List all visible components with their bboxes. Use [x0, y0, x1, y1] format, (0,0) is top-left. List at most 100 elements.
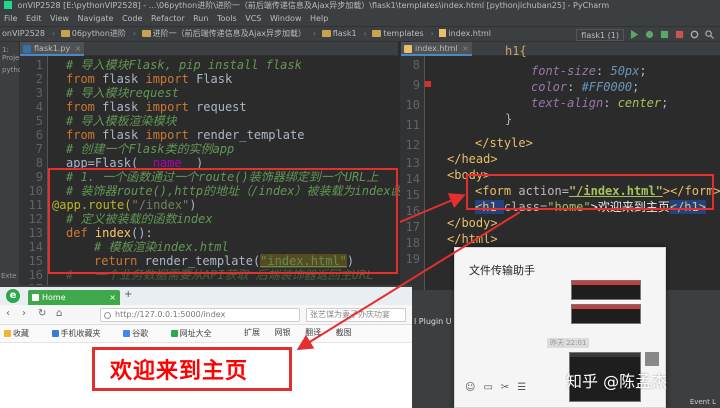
scissors-icon[interactable]: ✂: [501, 382, 509, 393]
home-icon[interactable]: ⌂: [56, 308, 62, 319]
chat-history-icon[interactable]: ☰: [517, 382, 526, 393]
folder-icon: [60, 30, 70, 37]
chat-toolbar: ☺ ▭ ✂ ☰: [465, 382, 526, 393]
folder-icon: [372, 30, 382, 37]
editor-tabbar: index.html ×: [401, 42, 720, 56]
extension-item[interactable]: 扩展: [244, 328, 260, 337]
folder-icon: [51, 330, 59, 337]
settings-icon[interactable]: [690, 30, 699, 39]
new-tab-icon[interactable]: +: [124, 289, 132, 300]
back-icon[interactable]: ‹: [6, 308, 10, 319]
zhihu-watermark: 知乎 @陈孟杰: [566, 372, 668, 391]
bookmark-item[interactable]: 网址大全: [170, 329, 222, 338]
chat-timestamp: 昨天 22:01: [547, 338, 590, 348]
menu-code[interactable]: Code: [122, 14, 142, 23]
python-file-icon: [23, 45, 31, 53]
code-line: </head>: [447, 152, 498, 166]
bookmark-item[interactable]: 谷歌: [123, 329, 158, 338]
browser-tabstrip: e Home × +: [0, 287, 412, 305]
refresh-icon[interactable]: ↻: [38, 308, 46, 319]
folder-icon: [141, 30, 151, 37]
menu-tools[interactable]: Tools: [217, 14, 237, 23]
search-icon[interactable]: [705, 30, 714, 39]
menu-refactor[interactable]: Refactor: [151, 14, 185, 23]
browser-search-input[interactable]: 张艺谋为妻子办庆功宴: [306, 308, 406, 322]
plugin-notice-text: l Plugin U: [414, 317, 452, 326]
emoji-icon[interactable]: ☺: [465, 382, 475, 393]
bookmark-item[interactable]: 手机收藏夹: [51, 329, 111, 338]
code-line: h1{: [505, 44, 527, 58]
address-bar[interactable]: http://127.0.0.1:5000/index: [100, 308, 300, 322]
breadcrumb-item[interactable]: templates: [372, 27, 424, 41]
tab-index-html[interactable]: index.html ×: [401, 42, 472, 56]
editor-tabbar: flask1.py ×: [20, 42, 398, 56]
browser-window: e Home × + ‹ › ↻ ⌂ http://127.0.0.1:5000…: [0, 285, 412, 408]
event-log-button[interactable]: Event L: [685, 398, 720, 408]
folder-icon: [170, 330, 178, 337]
pycharm-icon: [4, 1, 12, 9]
close-tab-icon[interactable]: ×: [74, 42, 81, 56]
breadcrumb-item[interactable]: index.html: [439, 27, 491, 41]
menu-run[interactable]: Run: [193, 14, 208, 23]
code-line: </html>: [447, 232, 498, 246]
navigation-bar: onVIP2528 › 06python进阶 › 进阶一（前后端传递信息及Ajax异…: [0, 26, 720, 42]
code-line: text-align: center;: [531, 96, 669, 110]
chat-image-thumbnail[interactable]: [571, 304, 641, 324]
browser-toolbar: ‹ › ↻ ⌂ http://127.0.0.1:5000/index 张艺谋为…: [0, 305, 412, 325]
menu-view[interactable]: View: [50, 14, 69, 23]
breadcrumb-item[interactable]: 06python进阶: [60, 27, 126, 41]
html-file-icon: [439, 29, 447, 37]
breadcrumb-item[interactable]: 进阶一（前后端传递信息及Ajax异步加载）: [141, 27, 306, 41]
page-heading: 欢迎来到主页: [110, 359, 249, 384]
menu-help[interactable]: Help: [310, 14, 328, 23]
chat-image-thumbnail[interactable]: [571, 280, 641, 300]
highlight-box-html-code: [466, 174, 714, 210]
window-titlebar: onVIP2528 [E:\pythonVIP2528] - ...\06pyt…: [0, 0, 720, 12]
google-icon: [123, 330, 131, 337]
tab-flask1-py[interactable]: flask1.py ×: [20, 42, 85, 56]
stop-icon[interactable]: [675, 30, 684, 39]
menu-file[interactable]: File: [4, 14, 17, 23]
extension-item[interactable]: 网银: [275, 328, 291, 337]
code-line: from flask import render_template: [66, 128, 305, 142]
forward-icon[interactable]: ›: [22, 308, 26, 319]
folder-icon: [321, 30, 331, 37]
debug-icon[interactable]: [645, 30, 654, 39]
coverage-icon[interactable]: [660, 30, 669, 39]
line-number-gutter: 1 2 3 4 5 6 7 8 9 10 11 12 13 14 15 16 1…: [20, 56, 48, 296]
breadcrumb-item[interactable]: onVIP2528: [2, 27, 45, 41]
menu-window[interactable]: Window: [270, 14, 302, 23]
folder-icon[interactable]: ▭: [483, 382, 492, 393]
code-line: color: #FF0000;: [531, 80, 640, 94]
run-icon[interactable]: [630, 30, 639, 39]
code-line: # 导入模块request: [66, 86, 180, 100]
browser-tab-home[interactable]: Home ×: [28, 290, 120, 305]
bookmark-item[interactable]: 收藏: [4, 329, 39, 338]
window-title: onVIP2528 [E:\pythonVIP2528] - ...\06pyt…: [17, 1, 610, 10]
code-line: from flask import request: [66, 100, 247, 114]
run-config-select[interactable]: flask1 (1): [576, 28, 624, 41]
close-tab-icon[interactable]: ×: [462, 42, 469, 56]
code-line: font-size: 50px;: [531, 64, 647, 78]
code-line: # 创建一个Flask类的实例app: [66, 142, 235, 156]
extension-item[interactable]: 翻译: [305, 328, 321, 337]
menu-navigate[interactable]: Navigate: [78, 14, 114, 23]
menu-bar: File Edit View Navigate Code Refactor Ru…: [0, 12, 720, 26]
project-tool-button[interactable]: 1: Project: [2, 46, 26, 62]
html-file-icon: [404, 45, 412, 53]
menu-vcs[interactable]: VCS: [245, 14, 261, 23]
project-tree-fragment: pytho: [2, 66, 23, 74]
extension-item[interactable]: 截图: [336, 328, 352, 337]
security-icon: [104, 312, 111, 319]
breadcrumb-item[interactable]: flask1: [321, 27, 357, 41]
star-icon: [4, 330, 11, 337]
code-line: # 导入模板渲染模块: [66, 114, 177, 128]
code-line: from flask import Flask: [66, 72, 233, 86]
menu-edit[interactable]: Edit: [26, 14, 42, 23]
line-number-gutter: 8 9 10 11 12 13 14 15 16 17 18 19: [401, 56, 425, 290]
run-toolbar: flask1 (1): [576, 27, 720, 42]
page-favicon-icon: [32, 294, 39, 301]
breakpoint-icon[interactable]: [425, 81, 431, 87]
close-tab-icon[interactable]: ×: [109, 290, 116, 305]
chat-message-list[interactable]: 昨天 22:01: [455, 278, 667, 402]
